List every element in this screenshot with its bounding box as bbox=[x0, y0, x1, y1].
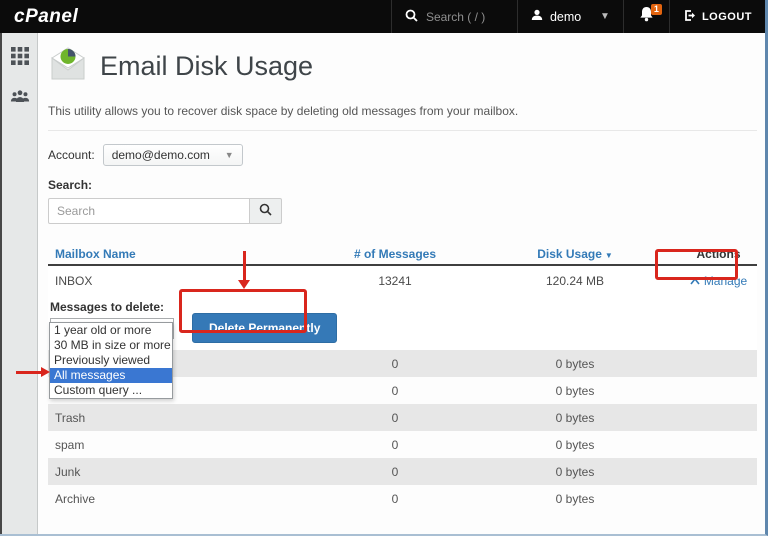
user-menu[interactable]: demo ▼ bbox=[517, 0, 623, 33]
search-label: Search: bbox=[48, 178, 757, 192]
main-content: Email Disk Usage This utility allows you… bbox=[38, 33, 765, 534]
apps-grid-icon[interactable] bbox=[10, 46, 30, 66]
user-icon bbox=[531, 9, 543, 24]
message-count: 0 bbox=[320, 357, 470, 371]
dropdown-option[interactable]: 30 MB in size or more bbox=[50, 338, 172, 353]
page-title: Email Disk Usage bbox=[100, 51, 313, 82]
dropdown-option[interactable]: 1 year old or more bbox=[50, 323, 172, 338]
people-icon[interactable] bbox=[10, 86, 30, 106]
search-icon bbox=[259, 203, 272, 219]
dropdown-option-highlighted[interactable]: All messages bbox=[50, 368, 172, 383]
message-count: 0 bbox=[320, 411, 470, 425]
topbar-right: Search ( / ) demo ▼ 1 LOGOUT bbox=[391, 0, 765, 33]
sort-by-disk-usage[interactable]: Disk Usage▼ bbox=[470, 247, 680, 261]
mailbox-name: INBOX bbox=[48, 274, 320, 288]
manage-link[interactable]: Manage bbox=[690, 274, 747, 288]
notification-badge: 1 bbox=[651, 4, 662, 15]
table-header-row: Mailbox Name # of Messages Disk Usage▼ A… bbox=[48, 244, 757, 266]
search-input[interactable] bbox=[48, 198, 250, 224]
account-select[interactable]: demo@demo.com ▼ bbox=[103, 144, 243, 166]
divider bbox=[48, 130, 757, 131]
account-selected-value: demo@demo.com bbox=[112, 148, 210, 162]
manage-link-label: Manage bbox=[704, 274, 747, 288]
table-row: Junk 0 0 bytes bbox=[48, 458, 757, 485]
disk-usage-value: 0 bytes bbox=[470, 438, 680, 452]
disk-usage-value: 0 bytes bbox=[470, 411, 680, 425]
logout-icon bbox=[683, 9, 696, 25]
cpanel-logo[interactable]: cPanel bbox=[0, 0, 92, 33]
mailbox-name: Trash bbox=[48, 411, 320, 425]
account-label: Account: bbox=[48, 148, 95, 162]
disk-usage-value: 0 bytes bbox=[470, 492, 680, 506]
delete-permanently-button[interactable]: Delete Permanently bbox=[192, 313, 337, 343]
dropdown-option[interactable]: Custom query ... bbox=[50, 383, 172, 398]
email-disk-usage-screen: cPanel Search ( / ) demo ▼ 1 bbox=[0, 0, 768, 536]
disk-usage-value: 0 bytes bbox=[470, 465, 680, 479]
messages-to-delete-dropdown-list: 1 year old or more 30 MB in size or more… bbox=[49, 322, 173, 399]
email-disk-usage-icon bbox=[48, 45, 88, 88]
sort-descending-icon: ▼ bbox=[605, 251, 613, 260]
message-count: 13241 bbox=[320, 274, 470, 288]
table-row: spam 0 0 bytes bbox=[48, 431, 757, 458]
global-search-placeholder: Search ( / ) bbox=[426, 10, 485, 24]
logout-label: LOGOUT bbox=[702, 11, 752, 23]
search-button[interactable] bbox=[250, 198, 282, 224]
disk-usage-header-label: Disk Usage bbox=[537, 247, 602, 261]
disk-usage-value: 0 bytes bbox=[470, 384, 680, 398]
page-description: This utility allows you to recover disk … bbox=[48, 104, 757, 118]
chevron-up-icon bbox=[690, 274, 700, 288]
mailbox-search bbox=[48, 198, 757, 224]
topbar: cPanel Search ( / ) demo ▼ 1 bbox=[0, 0, 765, 33]
table-row: Trash 0 0 bytes bbox=[48, 404, 757, 431]
account-row: Account: demo@demo.com ▼ bbox=[48, 144, 757, 166]
sort-by-mailbox-name[interactable]: Mailbox Name bbox=[48, 247, 320, 261]
page-header: Email Disk Usage bbox=[48, 45, 757, 88]
global-search[interactable]: Search ( / ) bbox=[391, 0, 517, 33]
table-row: INBOX 13241 120.24 MB Manage bbox=[48, 266, 757, 296]
left-sidebar bbox=[0, 33, 38, 534]
message-count: 0 bbox=[320, 384, 470, 398]
disk-usage-value: 120.24 MB bbox=[470, 274, 680, 288]
notifications-button[interactable]: 1 bbox=[623, 0, 669, 33]
search-icon bbox=[405, 9, 418, 25]
user-name: demo bbox=[550, 10, 581, 24]
message-count: 0 bbox=[320, 492, 470, 506]
chevron-down-icon: ▼ bbox=[225, 150, 234, 160]
message-count: 0 bbox=[320, 438, 470, 452]
message-count: 0 bbox=[320, 465, 470, 479]
dropdown-option[interactable]: Previously viewed bbox=[50, 353, 172, 368]
logout-button[interactable]: LOGOUT bbox=[669, 0, 765, 33]
chevron-down-icon: ▼ bbox=[600, 11, 610, 22]
actions-header: Actions bbox=[680, 247, 757, 261]
disk-usage-value: 0 bytes bbox=[470, 357, 680, 371]
mailbox-name: Junk bbox=[48, 465, 320, 479]
mailbox-name: Archive bbox=[48, 492, 320, 506]
messages-to-delete-label: Messages to delete: bbox=[50, 300, 757, 314]
table-row: Archive 0 0 bytes bbox=[48, 485, 757, 512]
mailbox-name: spam bbox=[48, 438, 320, 452]
sort-by-messages[interactable]: # of Messages bbox=[320, 247, 470, 261]
